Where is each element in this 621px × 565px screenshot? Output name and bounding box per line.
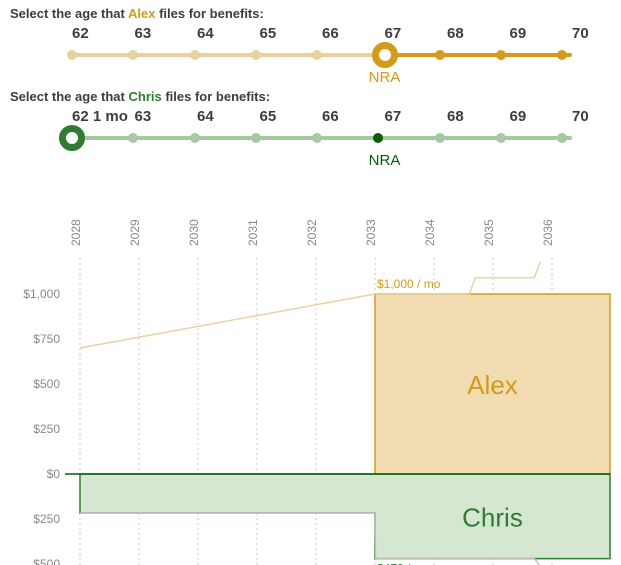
year-label: 2029 [128, 219, 142, 246]
alex-name: Alex [128, 6, 155, 21]
year-label: 2034 [423, 219, 437, 246]
chris-slider-label: Select the age that Chris files for bene… [10, 89, 611, 104]
alex-rate-label: $1,000 / mo [377, 277, 441, 291]
y-label: $1,000 [23, 287, 60, 301]
year-label: 2035 [482, 219, 496, 246]
year-label: 2030 [187, 219, 201, 246]
chris-nra-label: NRA [369, 152, 401, 169]
chris-tick-labels: 62 1 mo6364 656667 686970 [72, 108, 572, 125]
year-label: 2033 [364, 219, 378, 246]
alex-nra-label: NRA [369, 69, 401, 86]
y-label: $250 [33, 422, 60, 436]
year-label: 2032 [305, 219, 319, 246]
chris-area [80, 474, 610, 559]
chris-slider-handle[interactable] [59, 125, 85, 151]
alex-slider-label: Select the age that Alex files for benef… [10, 6, 611, 21]
chris-name: Chris [128, 89, 161, 104]
year-label: 2028 [69, 219, 83, 246]
alex-area-label: Alex [467, 370, 518, 400]
chris-age-slider[interactable]: 62 1 mo6364 656667 686970 NRA [72, 108, 572, 172]
y-label: $0 [47, 467, 61, 481]
y-label: $750 [33, 332, 60, 346]
chris-rate-label: $470 / mo [377, 562, 431, 565]
year-label: 2036 [541, 219, 555, 246]
alex-age-slider[interactable]: 626364 656667 686970 NRA [72, 25, 572, 89]
chart-svg: 2028 2029 2030 2031 2032 2033 2034 2035 2036 $1,0… [0, 196, 621, 565]
y-label: $250 [33, 512, 60, 526]
chris-area-label: Chris [462, 502, 523, 532]
alex-slider-handle[interactable] [372, 42, 398, 68]
y-label: $500 [33, 377, 60, 391]
alex-tick-labels: 626364 656667 686970 [72, 25, 572, 42]
year-label: 2031 [246, 219, 260, 246]
y-label: $500 [33, 557, 60, 565]
benefit-chart: 2028 2029 2030 2031 2032 2033 2034 2035 2036 $1,0… [0, 196, 621, 565]
